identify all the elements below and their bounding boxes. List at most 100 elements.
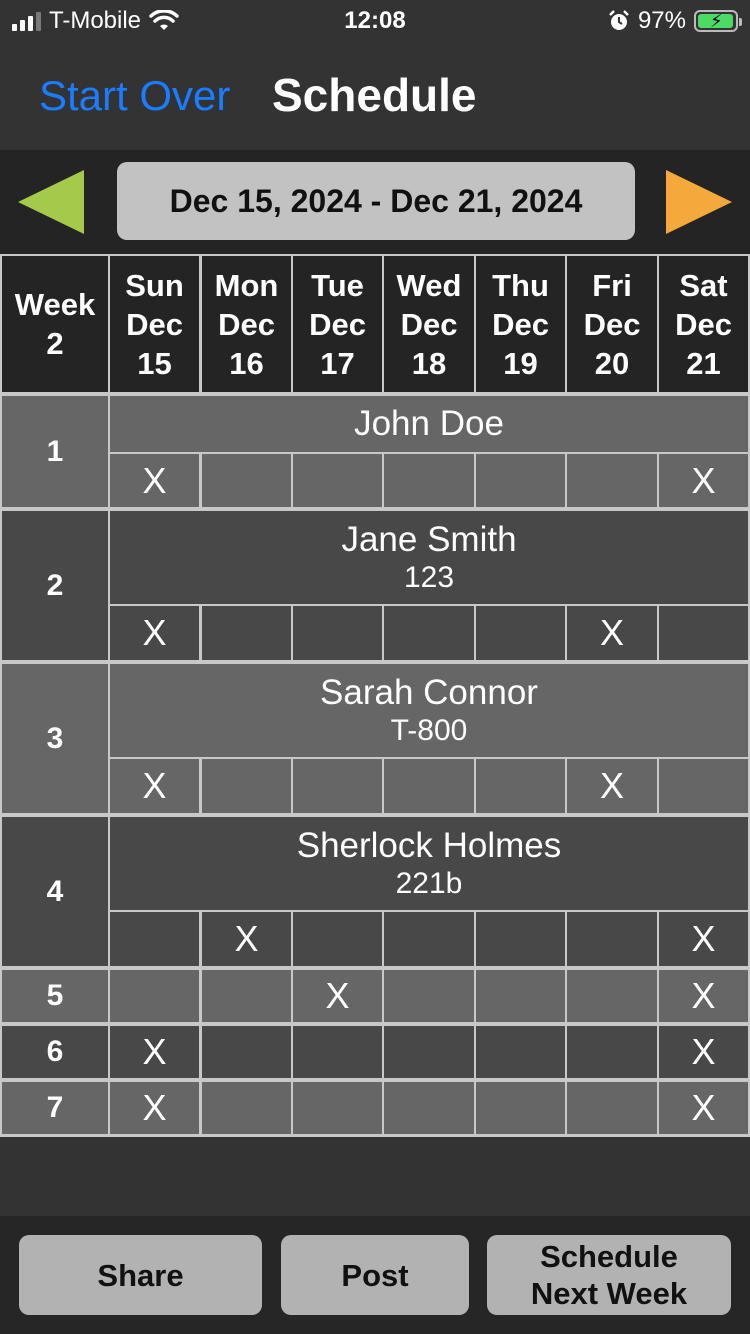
start-over-button[interactable]: Start Over (39, 72, 230, 120)
day-header-cell: Tue Dec 17 (293, 256, 382, 392)
week-header-cell: Week 2 (2, 256, 108, 392)
schedule-cell[interactable] (202, 454, 291, 507)
schedule-cell[interactable] (476, 970, 565, 1022)
schedule-cell[interactable] (202, 1082, 291, 1134)
schedule-grid: 1 John Doe X X 2 Jane Smith 123 X X 3 Sarah Connor… (0, 394, 750, 1137)
schedule-cell[interactable]: X (110, 759, 199, 813)
day-header-dow: Mon (214, 267, 279, 303)
day-header-cell: Sun Dec 15 (110, 256, 199, 392)
schedule-cell[interactable] (384, 970, 474, 1022)
schedule-cell[interactable] (293, 759, 382, 813)
schedule-cell[interactable] (384, 1082, 474, 1134)
schedule-cell[interactable]: X (659, 970, 748, 1022)
day-header-dow: Wed (396, 267, 462, 303)
schedule-cell[interactable] (293, 1082, 382, 1134)
day-header-date: 16 (229, 345, 264, 381)
day-header-date: 17 (320, 345, 355, 381)
week-selector: Dec 15, 2024 - Dec 21, 2024 (0, 150, 750, 254)
schedule-cell[interactable] (567, 1026, 657, 1078)
day-header-month: Dec (126, 306, 183, 342)
schedule-cell[interactable] (567, 1082, 657, 1134)
day-header-month: Dec (309, 306, 366, 342)
schedule-cell[interactable] (567, 970, 657, 1022)
schedule-cell[interactable]: X (110, 606, 199, 660)
day-header-date: 21 (686, 345, 721, 381)
previous-week-arrow-icon[interactable] (18, 170, 84, 234)
day-header-date: 18 (411, 345, 447, 381)
date-range-button[interactable]: Dec 15, 2024 - Dec 21, 2024 (117, 162, 635, 240)
schedule-cell[interactable] (110, 912, 199, 966)
day-header-dow: Tue (311, 267, 364, 303)
schedule-cell[interactable] (659, 606, 748, 660)
schedule-cell[interactable] (476, 759, 565, 813)
schedule-cell[interactable]: X (659, 912, 748, 966)
schedule-cell[interactable] (384, 759, 474, 813)
employee-name: John Doe (354, 404, 504, 443)
row-number: 2 (2, 511, 108, 660)
employee-name: Sherlock Holmes (296, 825, 562, 865)
schedule-cell[interactable]: X (110, 1026, 199, 1078)
employee-detail: T-800 (390, 713, 468, 747)
schedule-cell[interactable]: X (659, 1026, 748, 1078)
schedule-cell[interactable] (567, 454, 657, 507)
schedule-cell[interactable] (202, 759, 291, 813)
employee-name-cell[interactable]: Sarah Connor T-800 (110, 664, 748, 757)
schedule-next-week-button[interactable]: Schedule Next Week (487, 1235, 731, 1315)
battery-percent: 97% (637, 7, 686, 34)
schedule-cell[interactable] (384, 454, 474, 507)
employee-name: Sarah Connor (320, 672, 538, 712)
week-number: 2 (46, 326, 64, 361)
schedule-cell[interactable] (293, 454, 382, 507)
schedule-cell[interactable] (202, 1026, 291, 1078)
row-number: 5 (2, 970, 108, 1022)
employee-name-cell[interactable]: Jane Smith 123 (110, 511, 748, 604)
schedule-cell[interactable] (202, 606, 291, 660)
day-header-month: Dec (400, 306, 458, 342)
schedule-cell[interactable] (476, 454, 565, 507)
schedule-cell[interactable] (476, 1026, 565, 1078)
schedule-cell[interactable] (384, 606, 474, 660)
day-header-cell: Fri Dec 20 (567, 256, 657, 392)
day-header-cell: Mon Dec 16 (202, 256, 291, 392)
nav-bar: Start Over Schedule (0, 42, 750, 150)
schedule-next-line2: Next Week (530, 1276, 688, 1311)
employee-name: Jane Smith (341, 519, 517, 559)
status-bar: T-Mobile 12:08 97% ⚡ (0, 0, 750, 42)
alarm-icon (609, 10, 629, 30)
schedule-cell[interactable] (293, 606, 382, 660)
post-button[interactable]: Post (281, 1235, 469, 1315)
schedule-cell[interactable]: X (293, 970, 382, 1022)
next-week-arrow-icon[interactable] (666, 170, 732, 234)
employee-name-cell[interactable]: Sherlock Holmes 221b (110, 817, 748, 910)
week-label: Week (14, 287, 96, 322)
day-header-month: Dec (675, 306, 732, 342)
schedule-cell[interactable] (202, 970, 291, 1022)
schedule-cell[interactable] (293, 912, 382, 966)
schedule-cell[interactable] (384, 1026, 474, 1078)
row-number: 4 (2, 817, 108, 966)
schedule-cell[interactable]: X (110, 454, 199, 507)
schedule-next-line1: Schedule (540, 1239, 678, 1274)
schedule-cell[interactable]: X (659, 1082, 748, 1134)
schedule-cell[interactable]: X (202, 912, 291, 966)
battery-icon: ⚡ (694, 10, 742, 32)
schedule-cell[interactable] (293, 1026, 382, 1078)
schedule-cell[interactable] (476, 912, 565, 966)
share-button[interactable]: Share (19, 1235, 262, 1315)
schedule-cell[interactable] (110, 970, 199, 1022)
day-header-dow: Fri (592, 267, 632, 303)
schedule-cell[interactable]: X (567, 759, 657, 813)
day-header-month: Dec (492, 306, 549, 342)
schedule-cell[interactable] (567, 912, 657, 966)
day-header-month: Dec (218, 306, 275, 342)
schedule-cell[interactable] (476, 606, 565, 660)
day-header-cell: Wed Dec 18 (384, 256, 474, 392)
schedule-cell[interactable] (476, 1082, 565, 1134)
day-header-date: 20 (594, 345, 630, 381)
schedule-cell[interactable]: X (659, 454, 748, 507)
schedule-cell[interactable]: X (110, 1082, 199, 1134)
schedule-cell[interactable] (659, 759, 748, 813)
employee-name-cell[interactable]: John Doe (110, 396, 748, 452)
schedule-cell[interactable]: X (567, 606, 657, 660)
schedule-cell[interactable] (384, 912, 474, 966)
